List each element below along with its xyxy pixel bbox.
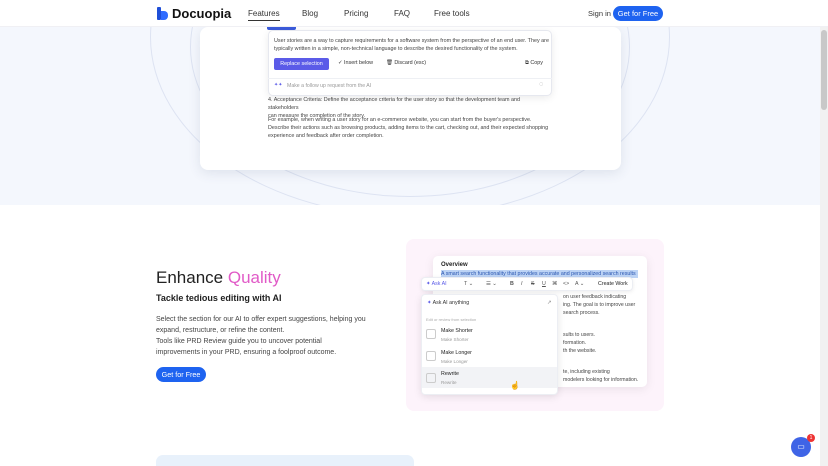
- discard-label: Discard: [394, 60, 413, 66]
- copy-label: Copy: [530, 60, 543, 66]
- scrollbar[interactable]: [820, 0, 828, 466]
- next-section-card: [156, 455, 414, 466]
- get-for-free-button[interactable]: Get for Free: [156, 367, 206, 382]
- italic-icon[interactable]: I: [521, 281, 522, 287]
- description-1: Select the section for our AI to offer e…: [156, 316, 366, 334]
- doc-line: ing. The goal is to improve user: [563, 302, 636, 308]
- description-2: Tools like PRD Review guide you to uncov…: [156, 338, 337, 356]
- nav-link-blog[interactable]: Blog: [302, 9, 318, 18]
- menu-item-make-longer[interactable]: Make Longer: [441, 350, 472, 356]
- text-color-icon[interactable]: A ⌄: [575, 281, 584, 287]
- rewrite-icon: [426, 373, 436, 383]
- ai-response-text: User stories are a way to capture requir…: [274, 38, 549, 52]
- scrollbar-thumb[interactable]: [821, 30, 827, 110]
- title-prefix: Enhance: [156, 268, 228, 287]
- title-accent: Quality: [227, 268, 281, 287]
- create-work-button[interactable]: Create Work: [598, 281, 628, 287]
- logo-icon: [157, 7, 168, 20]
- doc-line: te, including existing: [563, 369, 610, 375]
- section-title: Enhance Quality: [156, 268, 281, 288]
- ask-ai-placeholder: Ask AI anything: [432, 300, 470, 306]
- copy-button[interactable]: ⧉ Copy: [525, 60, 543, 67]
- strike-icon[interactable]: S: [531, 281, 535, 287]
- ask-ai-label: Ask AI: [431, 281, 447, 287]
- send-icon[interactable]: ↗: [547, 300, 551, 306]
- signin-link[interactable]: Sign in: [588, 9, 611, 18]
- underline-icon[interactable]: U: [542, 281, 546, 287]
- ask-ai-input[interactable]: ✦ Ask AI anything: [427, 300, 469, 306]
- example-paragraph: For example, when writing a user story f…: [268, 117, 549, 139]
- logo[interactable]: Docuopia: [157, 6, 231, 21]
- menu-item-sub: Make Shorter: [441, 337, 469, 342]
- followup-input[interactable]: Make a follow up request from the AI: [287, 83, 371, 89]
- doc-line: search process.: [563, 310, 600, 316]
- discard-shortcut: (esc): [414, 60, 427, 66]
- nav-link-faq[interactable]: FAQ: [394, 9, 410, 18]
- doc-line: formation.: [563, 340, 587, 346]
- doc-line: sults to users.: [563, 332, 596, 338]
- replace-selection-button[interactable]: Replace selection: [274, 58, 329, 70]
- ask-ai-button[interactable]: ✦ Ask AI: [426, 281, 447, 287]
- criteria-line-1: 4. Acceptance Criteria: Define the accep…: [268, 97, 520, 111]
- menu-hint: Edit or review from selection: [426, 317, 477, 322]
- doc-line: th the website.: [563, 348, 597, 354]
- section-description: Select the section for our AI to offer e…: [156, 314, 366, 358]
- lengthen-icon: [426, 351, 436, 361]
- insert-below-label: Insert below: [344, 60, 374, 66]
- pointer-cursor-icon: ☝: [510, 381, 520, 390]
- loading-icon: ◌: [539, 81, 544, 88]
- bold-icon[interactable]: B: [510, 281, 514, 287]
- nav-link-features[interactable]: Features: [248, 9, 280, 21]
- discard-button[interactable]: 🗑 Discard (esc): [386, 60, 426, 66]
- section-subtitle: Tackle tedious editing with AI: [156, 293, 282, 303]
- nav-link-free-tools[interactable]: Free tools: [434, 9, 470, 18]
- ai-sparkle-icon: ✦✦: [274, 82, 283, 88]
- insert-below-button[interactable]: ✓ Insert below: [338, 60, 373, 66]
- link-icon[interactable]: ⌘: [552, 281, 557, 287]
- nav-link-pricing[interactable]: Pricing: [344, 9, 368, 18]
- overview-title: Overview: [441, 262, 468, 268]
- get-for-free-nav-button[interactable]: Get for Free: [613, 6, 663, 21]
- doc-line: on user feedback indicating: [563, 294, 627, 300]
- menu-item-sub: Make Longer: [441, 359, 468, 364]
- text-style-icon[interactable]: T ⌄: [464, 281, 473, 287]
- doc-line: modelers looking for information.: [563, 377, 639, 383]
- shorten-icon: [426, 329, 436, 339]
- list-icon[interactable]: ☰ ⌄: [486, 281, 497, 287]
- code-icon[interactable]: <>: [563, 281, 569, 287]
- menu-item-sub: Rewrite: [441, 380, 457, 385]
- logo-text: Docuopia: [172, 6, 232, 21]
- top-navbar: Docuopia Features Blog Pricing FAQ Free …: [0, 0, 828, 27]
- menu-item-make-shorter[interactable]: Make Shorter: [441, 328, 473, 334]
- chat-badge: 1: [807, 434, 815, 442]
- menu-item-rewrite[interactable]: Rewrite: [441, 371, 459, 377]
